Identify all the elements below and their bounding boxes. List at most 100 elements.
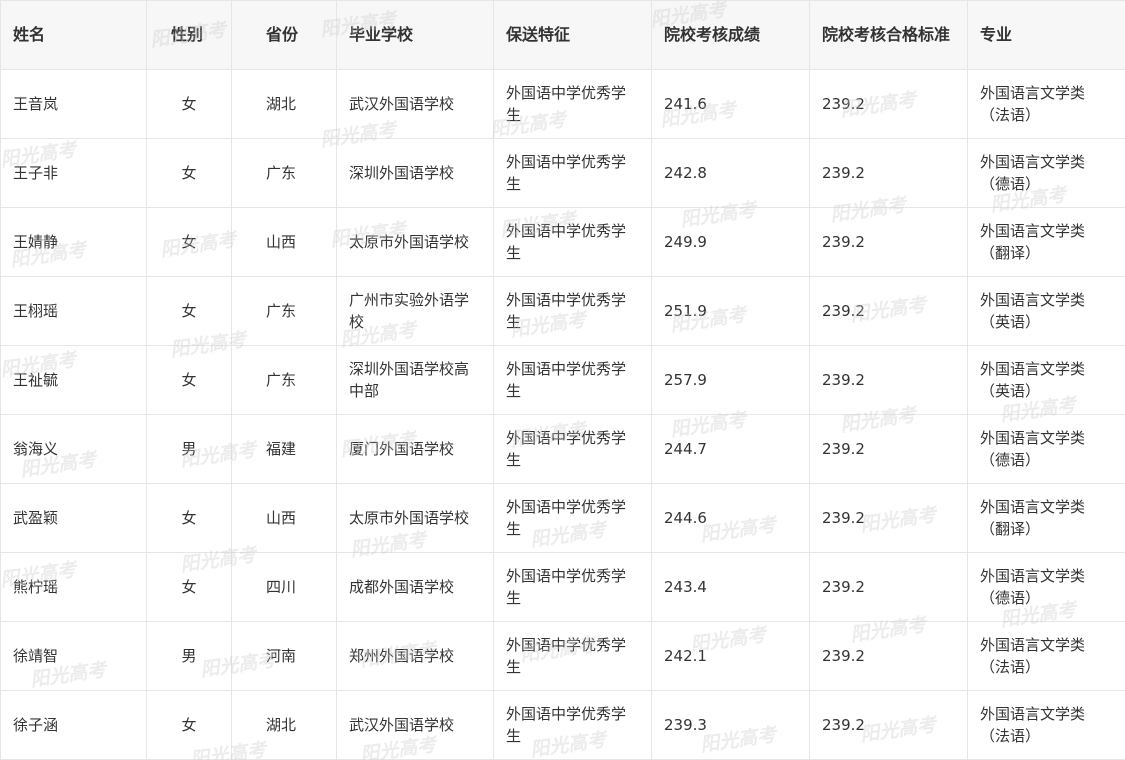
- cell-gender: 女: [146, 483, 232, 553]
- cell-standard: 239.2: [809, 621, 968, 691]
- cell-school: 郑州外国语学校: [336, 621, 494, 691]
- cell-school: 厦门外国语学校: [336, 414, 494, 484]
- cell-major: 外国语言文学类（法语）: [967, 69, 1125, 139]
- cell-name: 王音岚: [0, 69, 147, 139]
- cell-school: 太原市外国语学校: [336, 207, 494, 277]
- cell-province: 湖北: [231, 690, 337, 760]
- table-row: 徐靖智男河南 郑州外国语学校 外国语中学优秀学生 242.1 239.2 外国语言文学类（…: [0, 621, 1125, 691]
- cell-feature: 外国语中学优秀学生: [493, 69, 652, 139]
- cell-feature: 外国语中学优秀学生: [493, 138, 652, 208]
- cell-name: 徐子涵: [0, 690, 147, 760]
- cell-gender: 女: [146, 69, 232, 139]
- table-row: 王音岚女湖北 武汉外国语学校 外国语中学优秀学生 241.6 239.2 外国语言文学类（…: [0, 69, 1125, 139]
- cell-score: 239.3: [651, 690, 810, 760]
- header-gender: 性别: [146, 0, 232, 70]
- cell-province: 广东: [231, 276, 337, 346]
- cell-province: 河南: [231, 621, 337, 691]
- cell-name: 王子非: [0, 138, 147, 208]
- cell-score: 242.1: [651, 621, 810, 691]
- cell-name: 王祉毓: [0, 345, 147, 415]
- cell-score: 242.8: [651, 138, 810, 208]
- cell-name: 王栩瑶: [0, 276, 147, 346]
- table-row: 武盈颖女山西 太原市外国语学校 外国语中学优秀学生 244.6 239.2 外国语言文学类…: [0, 483, 1125, 553]
- cell-gender: 男: [146, 414, 232, 484]
- cell-gender: 女: [146, 345, 232, 415]
- cell-school: 成都外国语学校: [336, 552, 494, 622]
- cell-standard: 239.2: [809, 483, 968, 553]
- cell-major: 外国语言文学类（翻译）: [967, 207, 1125, 277]
- cell-province: 四川: [231, 552, 337, 622]
- table-row: 王子非女广东 深圳外国语学校 外国语中学优秀学生 242.8 239.2 外国语言文学类（…: [0, 138, 1125, 208]
- cell-province: 山西: [231, 207, 337, 277]
- cell-gender: 女: [146, 276, 232, 346]
- cell-name: 翁海义: [0, 414, 147, 484]
- cell-gender: 女: [146, 138, 232, 208]
- cell-feature: 外国语中学优秀学生: [493, 621, 652, 691]
- cell-standard: 239.2: [809, 690, 968, 760]
- cell-province: 广东: [231, 345, 337, 415]
- cell-feature: 外国语中学优秀学生: [493, 414, 652, 484]
- table-row: 熊柠瑶女四川 成都外国语学校 外国语中学优秀学生 243.4 239.2 外国语言文学类（…: [0, 552, 1125, 622]
- cell-school: 深圳外国语学校高中部: [336, 345, 494, 415]
- table-row: 王婧静女山西 太原市外国语学校 外国语中学优秀学生 249.9 239.2 外国语言文学类…: [0, 207, 1125, 277]
- cell-name: 熊柠瑶: [0, 552, 147, 622]
- header-school: 毕业学校: [336, 0, 494, 70]
- cell-school: 广州市实验外语学校: [336, 276, 494, 346]
- cell-feature: 外国语中学优秀学生: [493, 483, 652, 553]
- cell-score: 241.6: [651, 69, 810, 139]
- cell-school: 武汉外国语学校: [336, 69, 494, 139]
- cell-score: 244.7: [651, 414, 810, 484]
- cell-name: 徐靖智: [0, 621, 147, 691]
- cell-standard: 239.2: [809, 276, 968, 346]
- cell-score: 257.9: [651, 345, 810, 415]
- cell-major: 外国语言文学类（翻译）: [967, 483, 1125, 553]
- table-row: 王栩瑶女广东 广州市实验外语学校 外国语中学优秀学生 251.9 239.2 外国语言文学…: [0, 276, 1125, 346]
- cell-standard: 239.2: [809, 69, 968, 139]
- table-row: 徐子涵女湖北 武汉外国语学校 外国语中学优秀学生 239.3 239.2 外国语言文学类（…: [0, 690, 1125, 760]
- cell-province: 山西: [231, 483, 337, 553]
- header-major: 专业: [967, 0, 1125, 70]
- cell-score: 251.9: [651, 276, 810, 346]
- cell-province: 福建: [231, 414, 337, 484]
- header-name: 姓名: [0, 0, 147, 70]
- table-row: 翁海义男福建 厦门外国语学校 外国语中学优秀学生 244.7 239.2 外国语言文学类（…: [0, 414, 1125, 484]
- cell-school: 武汉外国语学校: [336, 690, 494, 760]
- table-header-row: 姓名 性别 省份 毕业学校 保送特征 院校考核成绩 院校考核合格标准 专业: [0, 0, 1125, 70]
- header-feature: 保送特征: [493, 0, 652, 70]
- cell-gender: 女: [146, 207, 232, 277]
- cell-score: 243.4: [651, 552, 810, 622]
- admission-table: 姓名 性别 省份 毕业学校 保送特征 院校考核成绩 院校考核合格标准 专业 王音…: [0, 0, 1125, 760]
- cell-school: 深圳外国语学校: [336, 138, 494, 208]
- cell-score: 249.9: [651, 207, 810, 277]
- header-standard: 院校考核合格标准: [809, 0, 968, 70]
- cell-feature: 外国语中学优秀学生: [493, 207, 652, 277]
- cell-feature: 外国语中学优秀学生: [493, 552, 652, 622]
- cell-standard: 239.2: [809, 345, 968, 415]
- cell-province: 湖北: [231, 69, 337, 139]
- cell-feature: 外国语中学优秀学生: [493, 345, 652, 415]
- table-row: 王祉毓女广东 深圳外国语学校高中部 外国语中学优秀学生 257.9 239.2 外国语言文…: [0, 345, 1125, 415]
- cell-standard: 239.2: [809, 207, 968, 277]
- cell-gender: 女: [146, 690, 232, 760]
- cell-standard: 239.2: [809, 414, 968, 484]
- cell-gender: 女: [146, 552, 232, 622]
- cell-feature: 外国语中学优秀学生: [493, 690, 652, 760]
- cell-major: 外国语言文学类（法语）: [967, 690, 1125, 760]
- cell-feature: 外国语中学优秀学生: [493, 276, 652, 346]
- cell-name: 武盈颖: [0, 483, 147, 553]
- header-province: 省份: [231, 0, 337, 70]
- cell-major: 外国语言文学类（英语）: [967, 276, 1125, 346]
- cell-major: 外国语言文学类（德语）: [967, 414, 1125, 484]
- cell-standard: 239.2: [809, 552, 968, 622]
- cell-province: 广东: [231, 138, 337, 208]
- cell-name: 王婧静: [0, 207, 147, 277]
- cell-major: 外国语言文学类（英语）: [967, 345, 1125, 415]
- cell-major: 外国语言文学类（法语）: [967, 621, 1125, 691]
- cell-score: 244.6: [651, 483, 810, 553]
- cell-school: 太原市外国语学校: [336, 483, 494, 553]
- cell-gender: 男: [146, 621, 232, 691]
- cell-major: 外国语言文学类（德语）: [967, 552, 1125, 622]
- cell-standard: 239.2: [809, 138, 968, 208]
- cell-major: 外国语言文学类（德语）: [967, 138, 1125, 208]
- header-score: 院校考核成绩: [651, 0, 810, 70]
